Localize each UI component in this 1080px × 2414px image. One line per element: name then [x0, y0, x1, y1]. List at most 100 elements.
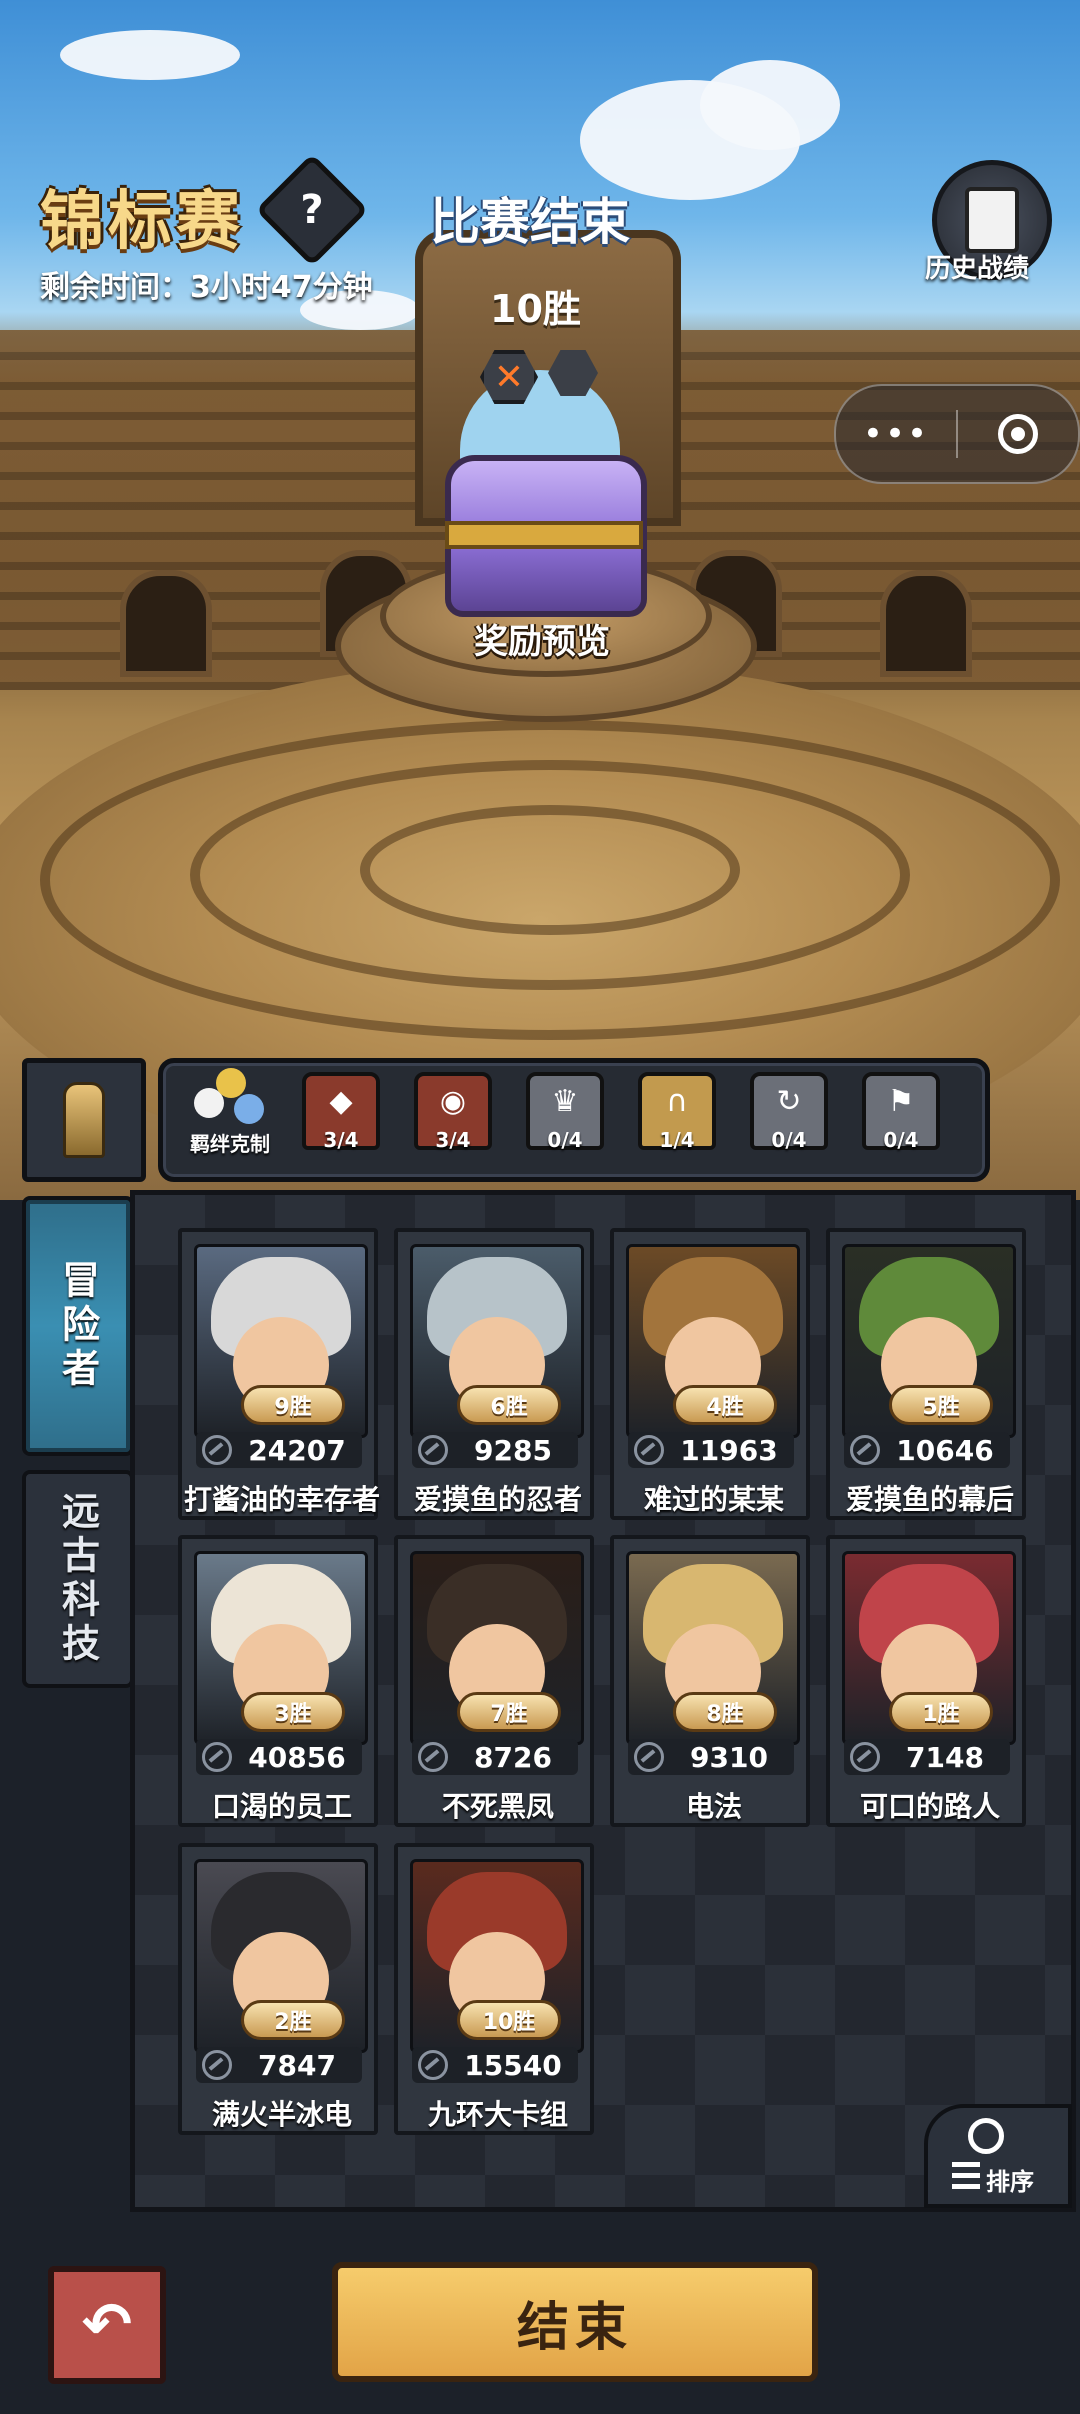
hero-card[interactable]: 1胜 7148 可口的路人: [826, 1535, 1026, 1827]
hero-portrait: 4胜: [626, 1244, 800, 1438]
power-row: 8726: [412, 1739, 578, 1775]
power-icon: [634, 1435, 664, 1465]
question-icon: ?: [300, 187, 324, 233]
power-icon: [634, 1742, 664, 1772]
synergy-count: 3/4: [435, 1128, 471, 1152]
synergy-count: 0/4: [547, 1128, 583, 1152]
power-row: 11963: [628, 1432, 794, 1468]
synergy-count: 3/4: [323, 1128, 359, 1152]
hero-card[interactable]: 6胜 9285 爱摸鱼的忍者: [394, 1228, 594, 1520]
reward-chest[interactable]: [445, 455, 647, 617]
sort-label: 排序: [986, 2168, 1034, 2196]
hero-card[interactable]: 4胜 11963 难过的某某: [610, 1228, 810, 1520]
hero-name: 爱摸鱼的幕后: [845, 1483, 1014, 1516]
back-arrow-icon: ↶: [81, 2290, 133, 2360]
power-value: 7148: [906, 1740, 984, 1774]
synergy-count: 1/4: [659, 1128, 695, 1152]
power-icon: [202, 2050, 232, 2080]
synergy-label: 羁绊克制: [190, 1132, 270, 1156]
tab-adventurers[interactable]: 冒险者: [22, 1196, 134, 1456]
hero-name: 可口的路人: [859, 1790, 1000, 1823]
hero-name: 不死黑凤: [441, 1790, 554, 1823]
hero-portrait: 2胜: [194, 1859, 368, 2053]
power-icon: [850, 1435, 880, 1465]
synergy-counter-button[interactable]: 羁绊克制: [180, 1068, 280, 1162]
power-row: 15540: [412, 2047, 578, 2083]
tab-ancient-tech[interactable]: 远古科技: [22, 1470, 134, 1688]
reward-preview-label[interactable]: 奖励预览: [474, 614, 610, 663]
synergy-count: 0/4: [883, 1128, 919, 1152]
win-count-badge: 4胜: [673, 1385, 777, 1425]
win-count-badge: 8胜: [673, 1692, 777, 1732]
match-status: 比赛结束: [430, 193, 630, 251]
sort-button[interactable]: 排序: [924, 2104, 1072, 2208]
hero-portrait: 7胜: [410, 1551, 584, 1745]
power-row: 10646: [844, 1432, 1010, 1468]
power-value: 11963: [680, 1433, 778, 1467]
total-wins: 10胜: [490, 287, 581, 331]
hero-card[interactable]: 3胜 40856 口渴的员工: [178, 1535, 378, 1827]
win-count-badge: 2胜: [241, 2000, 345, 2040]
tab-label: 远古科技: [55, 1491, 100, 1667]
hero-name: 打酱油的幸存者: [183, 1483, 380, 1516]
more-menu-button[interactable]: •••: [836, 414, 956, 454]
target-icon: [998, 414, 1038, 454]
power-icon: [418, 1435, 448, 1465]
hands-icon: [194, 1068, 264, 1128]
power-row: 9310: [628, 1739, 794, 1775]
win-count-badge: 5胜: [889, 1385, 993, 1425]
power-icon: [850, 1742, 880, 1772]
scroll-icon: [965, 187, 1019, 253]
hero-portrait: 9胜: [194, 1244, 368, 1438]
power-icon: [202, 1435, 232, 1465]
magnifier-icon: [968, 2118, 1004, 2154]
win-count-badge: 3胜: [241, 1692, 345, 1732]
hero-card[interactable]: 10胜 15540 九环大卡组: [394, 1843, 594, 2135]
hero-name: 电法: [685, 1790, 742, 1823]
power-value: 40856: [248, 1740, 346, 1774]
list-icon: [952, 2162, 980, 2192]
mini-program-capsule: •••: [834, 384, 1080, 484]
win-count-badge: 6胜: [457, 1385, 561, 1425]
hero-name: 满火半冰电: [211, 2098, 352, 2131]
hero-name: 口渴的员工: [211, 1790, 352, 1823]
power-icon: [418, 1742, 448, 1772]
power-value: 15540: [464, 2048, 562, 2082]
hero-portrait: 10胜: [410, 1859, 584, 2053]
power-row: 24207: [196, 1432, 362, 1468]
hero-portrait: 8胜: [626, 1551, 800, 1745]
power-icon: [418, 2050, 448, 2080]
power-row: 40856: [196, 1739, 362, 1775]
win-count-badge: 9胜: [241, 1385, 345, 1425]
floor-ring: [360, 805, 740, 935]
hero-portrait: 6胜: [410, 1244, 584, 1438]
power-icon: [202, 1742, 232, 1772]
hero-card[interactable]: 8胜 9310 电法: [610, 1535, 810, 1827]
hero-card[interactable]: 5胜 10646 爱摸鱼的幕后: [826, 1228, 1026, 1520]
power-row: 9285: [412, 1432, 578, 1468]
hero-name: 爱摸鱼的忍者: [413, 1483, 582, 1516]
power-value: 7847: [258, 2048, 336, 2082]
hero-name: 九环大卡组: [427, 2098, 568, 2131]
tab-label: 冒险者: [55, 1260, 100, 1392]
hero-card[interactable]: 7胜 8726 不死黑凤: [394, 1535, 594, 1827]
hero-card[interactable]: 9胜 24207 打酱油的幸存者: [178, 1228, 380, 1520]
hero-portrait: 3胜: [194, 1551, 368, 1745]
page-title: 锦标赛: [40, 185, 244, 259]
hero-portrait: 1胜: [842, 1551, 1016, 1745]
win-count-badge: 1胜: [889, 1692, 993, 1732]
power-row: 7847: [196, 2047, 362, 2083]
win-count-badge: 7胜: [457, 1692, 561, 1732]
tower-button[interactable]: [22, 1058, 146, 1182]
hero-card[interactable]: 2胜 7847 满火半冰电: [178, 1843, 378, 2135]
synergy-count: 0/4: [771, 1128, 807, 1152]
arena-arch: [880, 570, 972, 677]
back-button[interactable]: ↶: [48, 2266, 166, 2384]
power-value: 9310: [690, 1740, 768, 1774]
arena-arch: [120, 570, 212, 677]
close-mini-program-button[interactable]: [958, 414, 1078, 454]
cloud: [700, 60, 840, 150]
hero-portrait: 5胜: [842, 1244, 1016, 1438]
power-value: 9285: [474, 1433, 552, 1467]
end-button[interactable]: 结束: [332, 2262, 818, 2382]
